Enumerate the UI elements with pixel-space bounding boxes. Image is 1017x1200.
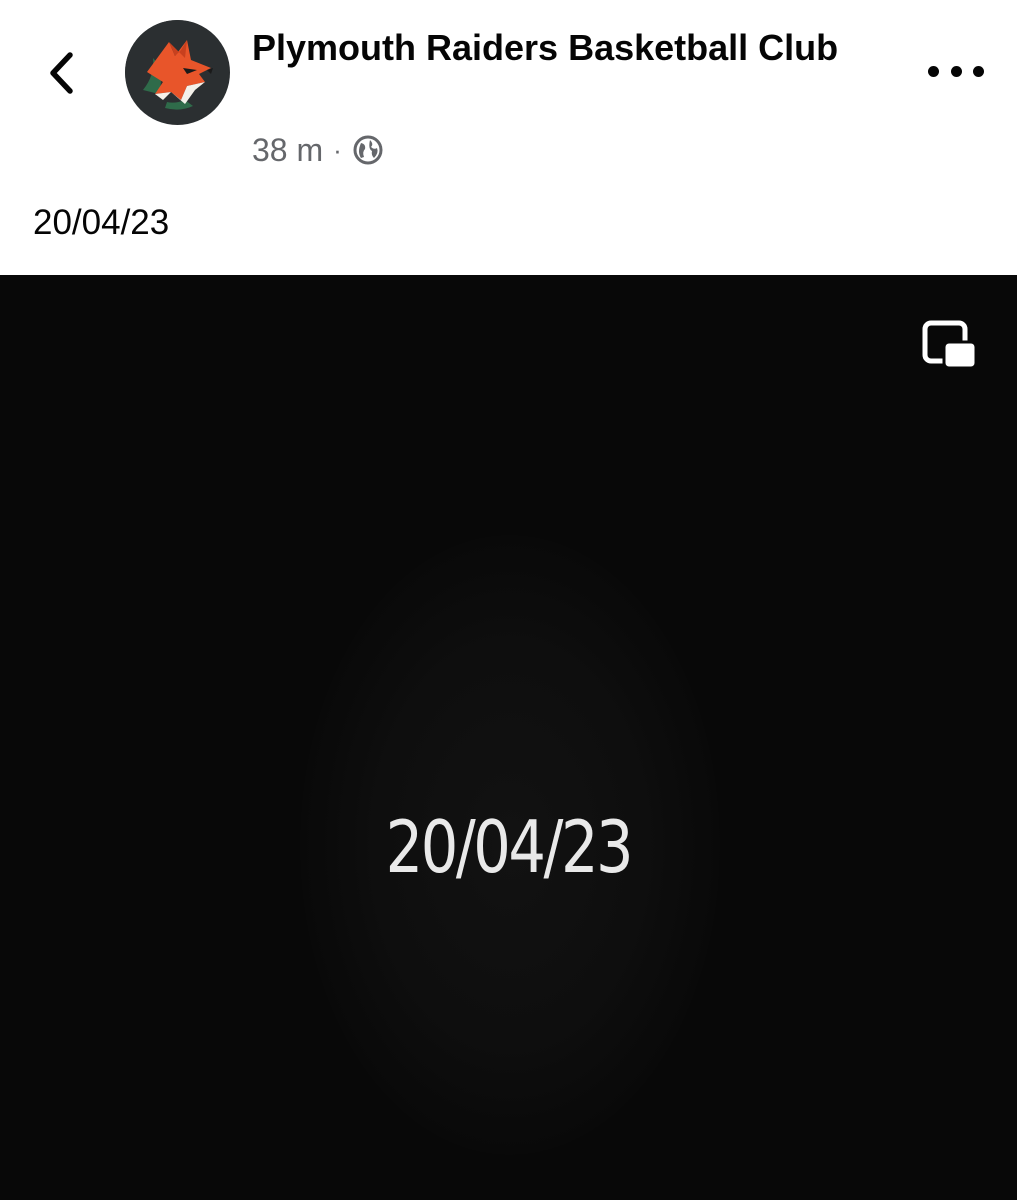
back-button[interactable] [36, 46, 86, 100]
more-options-button[interactable] [928, 56, 984, 86]
post-header: Plymouth Raiders Basketball Club 38 m · … [0, 0, 1017, 275]
media-overlay-text: 20/04/23 [385, 805, 634, 889]
post-caption: 20/04/23 [33, 203, 170, 242]
post-media[interactable]: 20/04/23 [0, 275, 1017, 1200]
more-dot [973, 65, 984, 77]
chevron-left-icon [50, 52, 73, 94]
fox-logo-icon [125, 20, 229, 124]
avatar[interactable] [125, 20, 230, 125]
globe-icon[interactable] [352, 134, 384, 166]
picture-in-picture-button[interactable] [922, 320, 978, 370]
picture-in-picture-icon [922, 320, 978, 370]
more-dot [950, 65, 962, 77]
post-time[interactable]: 38 m [252, 132, 323, 169]
meta-separator: · [333, 134, 342, 165]
more-dot [928, 65, 939, 77]
post-meta: 38 m · [252, 130, 384, 170]
page-name-link[interactable]: Plymouth Raiders Basketball Club [252, 24, 852, 72]
post-view: Plymouth Raiders Basketball Club 38 m · … [0, 0, 1017, 1200]
